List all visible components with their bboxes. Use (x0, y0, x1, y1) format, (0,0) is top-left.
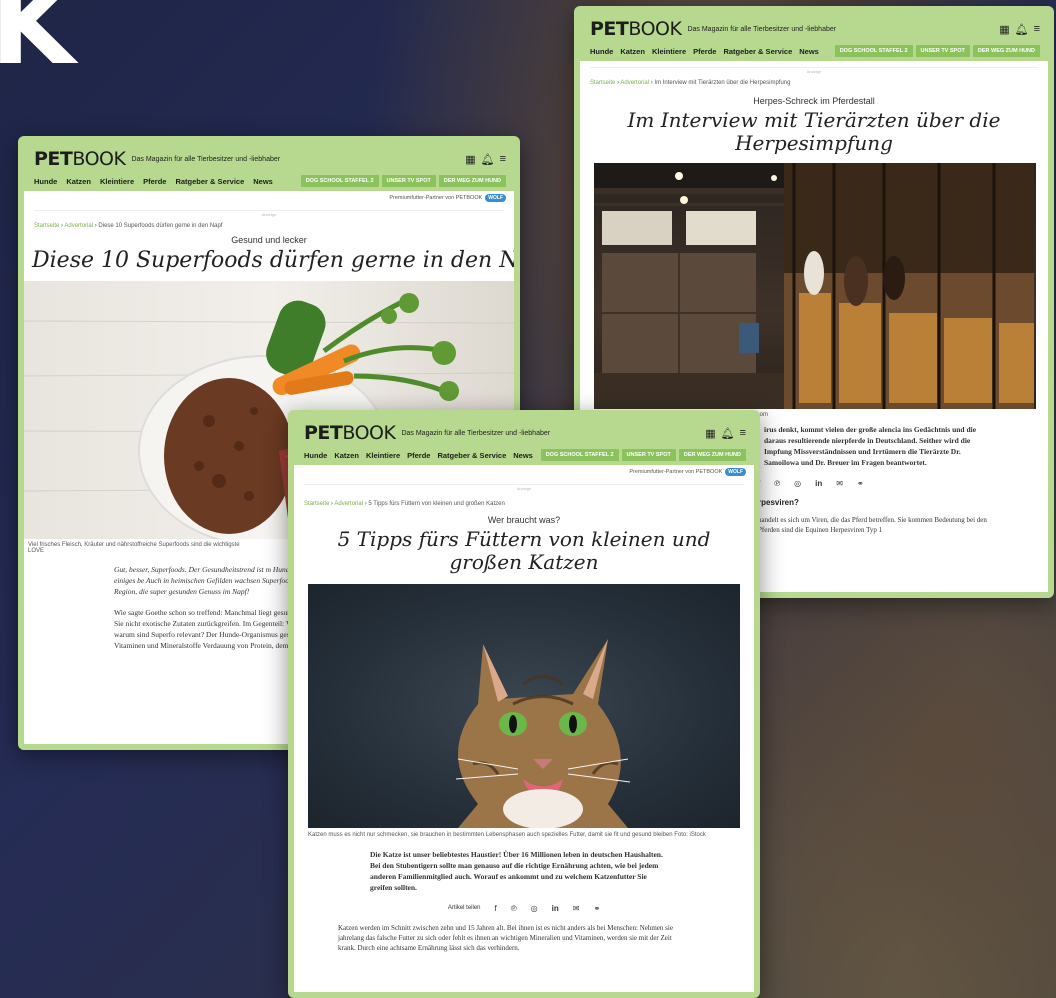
nav-item-news[interactable]: News (513, 451, 533, 460)
article-kicker: Wer braucht was? (487, 515, 561, 525)
breadcrumb-current: Diese 10 Superfoods dürfen gerne in den … (98, 223, 223, 229)
article-kicker: Herpes-Schreck im Pferdestall (753, 96, 875, 106)
nav-item-katzen[interactable]: Katzen (620, 47, 645, 56)
article-intro: irus denkt, kommt vielen der große alenc… (764, 425, 977, 467)
ad-label: Anzeige (34, 210, 504, 217)
bell-icon[interactable]: 🔔︎ (481, 153, 495, 166)
ad-label: Anzeige (590, 67, 1038, 74)
breadcrumb-current: 5 Tipps fürs Füttern von kleinen und gro… (368, 501, 505, 507)
breadcrumb-current: Im Interview mit Tierärzten über die Her… (654, 80, 791, 86)
petbook-logo[interactable]: PETBOOK (34, 148, 126, 170)
breadcrumb: Startseite › Advertorial › 5 Tipps fürs … (304, 501, 505, 507)
linkedin-icon[interactable]: in (552, 904, 559, 913)
nav-item-hunde[interactable]: Hunde (304, 451, 327, 460)
pinterest-icon[interactable]: ℗ (774, 479, 780, 488)
hero-letter: K (0, 0, 76, 89)
petbook-logo[interactable]: PETBOOK (304, 422, 396, 444)
article-title: 5 Tipps fürs Füttern von kleinen und gro… (337, 527, 711, 574)
site-header: PETBOOK Das Magazin für alle Tierbesitze… (24, 142, 514, 191)
whatsapp-icon[interactable]: ◎ (794, 479, 801, 488)
breadcrumb: Startseite › Advertorial › Diese 10 Supe… (34, 223, 223, 229)
breadcrumb-home[interactable]: Startseite (304, 501, 329, 507)
nav-item-pferde[interactable]: Pferde (693, 47, 716, 56)
screenshot-card-katzen: PETBOOK Das Magazin für alle Tierbesitze… (288, 410, 760, 998)
article-kicker: Gesund und lecker (231, 235, 307, 245)
facebook-icon[interactable]: f (495, 904, 497, 913)
cat-photo (308, 584, 740, 828)
pinterest-icon[interactable]: ℗ (511, 904, 517, 913)
nav-item-katzen[interactable]: Katzen (66, 177, 91, 186)
photo-caption: Katzen muss es nicht nur schmecken, sie … (308, 832, 706, 838)
mail-icon[interactable]: ✉ (573, 904, 580, 913)
article-title: Diese 10 Superfoods dürfen gerne in den … (32, 248, 514, 273)
article-paragraph: Katzen werden im Schnitt zwischen zehn u… (338, 923, 673, 952)
partner-line: Premiumfutter-Partner von PETBOOK WOLF (24, 191, 514, 207)
nav-item-kleintiere[interactable]: Kleintiere (652, 47, 686, 56)
gallery-icon[interactable]: ▦ (465, 153, 475, 166)
breadcrumb-advertorial[interactable]: Advertorial (64, 223, 93, 229)
nav-item-hunde[interactable]: Hunde (590, 47, 613, 56)
share-bar: f ℗ ◎ in ✉ ⚭ (758, 479, 1048, 488)
menu-icon[interactable]: ≡ (1034, 23, 1040, 35)
breadcrumb-advertorial[interactable]: Advertorial (334, 501, 363, 507)
article-intro: Die Katze ist unser beliebtestes Haustie… (370, 850, 663, 892)
nav-item-hunde[interactable]: Hunde (34, 177, 57, 186)
section-heading: rpesviren? (758, 497, 799, 507)
bell-icon[interactable]: 🔔︎ (1015, 23, 1029, 36)
pill-tv-spot[interactable]: UNSER TV SPOT (915, 45, 970, 57)
link-icon[interactable]: ⚭ (857, 479, 864, 488)
nav-item-news[interactable]: News (799, 47, 819, 56)
nav-item-kleintiere[interactable]: Kleintiere (366, 451, 400, 460)
link-icon[interactable]: ⚭ (593, 904, 600, 913)
nav-item-ratgeber[interactable]: Ratgeber & Service (175, 177, 244, 186)
pill-weg-zum-hund[interactable]: DER WEG ZUM HUND (972, 45, 1040, 57)
pill-tv-spot[interactable]: UNSER TV SPOT (621, 449, 676, 461)
site-tagline: Das Magazin für alle Tierbesitzer und -l… (131, 155, 281, 163)
site-header: PETBOOK Das Magazin für alle Tierbesitze… (294, 416, 754, 465)
share-bar: Artikel teilen f ℗ ◎ in ✉ ⚭ (294, 904, 754, 913)
pill-dog-school[interactable]: DOG SCHOOL STAFFEL 2 (834, 45, 913, 57)
mail-icon[interactable]: ✉ (836, 479, 843, 488)
nav-item-news[interactable]: News (253, 177, 273, 186)
pill-tv-spot[interactable]: UNSER TV SPOT (381, 175, 436, 187)
bell-icon[interactable]: 🔔︎ (721, 427, 735, 440)
pill-weg-zum-hund[interactable]: DER WEG ZUM HUND (438, 175, 506, 187)
ad-label: Anzeige (304, 484, 744, 491)
petbook-logo[interactable]: PETBOOK (590, 18, 682, 40)
pill-dog-school[interactable]: DOG SCHOOL STAFFEL 2 (300, 175, 379, 187)
nav-item-kleintiere[interactable]: Kleintiere (100, 177, 134, 186)
site-tagline: Das Magazin für alle Tierbesitzer und -l… (401, 429, 551, 437)
pill-weg-zum-hund[interactable]: DER WEG ZUM HUND (678, 449, 746, 461)
nav-item-pferde[interactable]: Pferde (143, 177, 166, 186)
share-label: Artikel teilen (447, 905, 481, 911)
menu-icon[interactable]: ≡ (500, 153, 506, 165)
breadcrumb-home[interactable]: Startseite (34, 223, 59, 229)
nav-item-ratgeber[interactable]: Ratgeber & Service (437, 451, 506, 460)
gallery-icon[interactable]: ▦ (705, 427, 715, 440)
nav-item-ratgeber[interactable]: Ratgeber & Service (723, 47, 792, 56)
partner-logo[interactable]: WOLF (485, 194, 506, 202)
site-tagline: Das Magazin für alle Tierbesitzer und -l… (687, 25, 837, 33)
site-header: PETBOOK Das Magazin für alle Tierbesitze… (580, 12, 1048, 61)
nav-item-katzen[interactable]: Katzen (334, 451, 359, 460)
breadcrumb-home[interactable]: Startseite (590, 80, 615, 86)
linkedin-icon[interactable]: in (815, 479, 822, 488)
nav-item-pferde[interactable]: Pferde (407, 451, 430, 460)
pill-dog-school[interactable]: DOG SCHOOL STAFFEL 2 (540, 449, 619, 461)
breadcrumb-advertorial[interactable]: Advertorial (620, 80, 649, 86)
menu-icon[interactable]: ≡ (740, 427, 746, 439)
article-paragraph: handelt es sich um Viren, die das Pferd … (758, 515, 987, 534)
partner-line: Premiumfutter-Partner von PETBOOK WOLF (294, 465, 754, 481)
gallery-icon[interactable]: ▦ (999, 23, 1009, 36)
horse-stable-photo (594, 163, 1036, 409)
breadcrumb: Startseite › Advertorial › Im Interview … (590, 80, 791, 86)
partner-logo[interactable]: WOLF (725, 468, 746, 476)
whatsapp-icon[interactable]: ◎ (531, 904, 538, 913)
article-title: Im Interview mit Tierärzten über die Her… (627, 108, 1001, 155)
